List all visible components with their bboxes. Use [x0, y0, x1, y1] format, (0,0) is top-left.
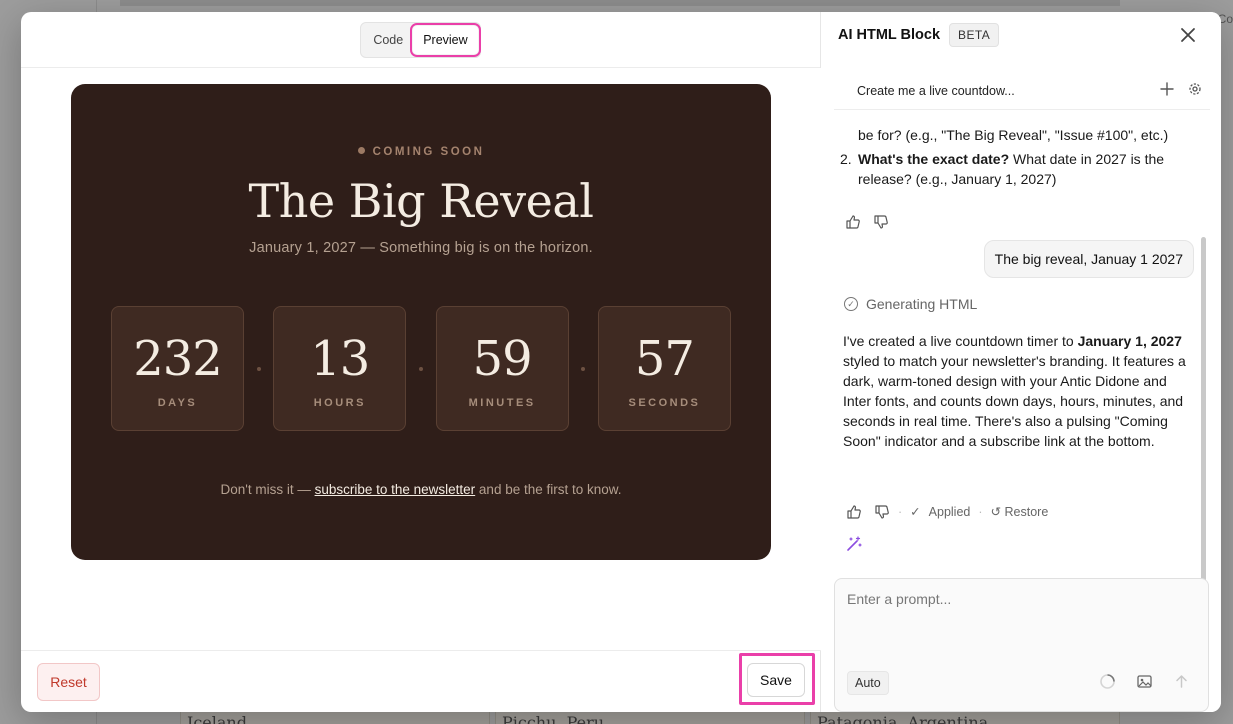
beta-badge: BETA [949, 23, 1000, 47]
loading-spinner-icon [1100, 674, 1115, 689]
modal-footer: Reset Save [21, 650, 821, 712]
view-toggle: Code Preview [360, 21, 481, 58]
assistant-text: be for? (e.g., "The Big Reveal", "Issue … [858, 127, 1169, 143]
close-icon[interactable] [1177, 22, 1199, 48]
countdown-subtitle: January 1, 2027 — Something big is on th… [249, 240, 593, 256]
view-toggle-bar: Code Preview [21, 12, 820, 68]
tab-preview[interactable]: Preview [410, 22, 481, 57]
assistant-bold: What's the exact date? [858, 151, 1010, 167]
separator: · [978, 505, 983, 519]
undo-icon: ↺ [990, 505, 1002, 519]
chat-thread: be for? (e.g., "The Big Reveal", "Issue … [834, 112, 1210, 574]
unit-value: 13 [310, 331, 370, 387]
generating-status: ✓ Generating HTML [844, 294, 977, 314]
image-icon[interactable] [1136, 673, 1153, 690]
ai-html-block-modal: Code Preview COMING SOON The Big Reveal … [21, 12, 1221, 712]
generating-label: Generating HTML [866, 296, 978, 312]
unit-seconds: 57 SECONDS [597, 306, 731, 431]
check-icon: ✓ [910, 505, 921, 519]
separator-dot [418, 366, 423, 371]
save-button[interactable]: Save [747, 663, 805, 697]
applied-label: Applied [928, 505, 971, 519]
unit-label: SECONDS [628, 397, 701, 409]
send-arrow-icon[interactable] [1173, 673, 1190, 690]
reset-button[interactable]: Reset [37, 663, 100, 701]
unit-days: 232 DAYS [111, 306, 244, 431]
conversation-actions [1160, 82, 1202, 96]
tab-code[interactable]: Code [363, 26, 413, 54]
prompt-box: Auto [834, 578, 1209, 712]
save-highlight: Save [739, 653, 815, 705]
ai-panel: AI HTML Block BETA Create me a live coun… [821, 12, 1221, 712]
reply-text: I've created a live countdown timer to [843, 333, 1078, 349]
reply-text: styled to match your newsletter's brandi… [843, 353, 1186, 449]
unit-label: MINUTES [468, 397, 536, 409]
unit-label: DAYS [157, 397, 198, 409]
unit-label: HOURS [313, 397, 366, 409]
restore-button[interactable]: ↺ Restore [991, 502, 1049, 522]
thumbs-down-icon[interactable] [874, 504, 890, 520]
assistant-reply: I've created a live countdown timer to J… [843, 331, 1195, 451]
thumbs-up-icon[interactable] [845, 214, 861, 230]
prompt-actions [1099, 673, 1190, 690]
magic-wand-icon[interactable] [845, 535, 863, 553]
countdown-footer: Don't miss it — subscribe to the newslet… [71, 482, 771, 497]
reply-bold: January 1, 2027 [1077, 333, 1182, 349]
separator: · [898, 505, 903, 519]
separator-dot [581, 366, 586, 371]
mode-select[interactable]: Auto [847, 671, 889, 695]
panel-title: AI HTML Block [838, 27, 941, 43]
thumbs-down-icon[interactable] [873, 214, 889, 230]
countdown-card: COMING SOON The Big Reveal January 1, 20… [71, 84, 771, 560]
user-message: The big reveal, Januay 1 2027 [983, 240, 1194, 278]
feedback-row [845, 214, 889, 230]
pulse-dot-icon [357, 147, 365, 154]
separator-dot [256, 366, 261, 371]
unit-minutes: 59 MINUTES [435, 306, 569, 431]
check-circle-icon: ✓ [844, 297, 858, 311]
panel-header: AI HTML Block BETA [838, 22, 1205, 48]
subscribe-link[interactable]: subscribe to the newsletter [315, 482, 476, 497]
assistant-text-rest: What date in 2027 is the [1009, 151, 1165, 167]
preview-area: COMING SOON The Big Reveal January 1, 20… [21, 68, 821, 650]
unit-value: 57 [634, 331, 695, 387]
list-number: 2. [840, 151, 852, 167]
assistant-text: What's the exact date? What date in 2027… [858, 149, 1198, 169]
gear-icon[interactable] [1188, 82, 1202, 96]
unit-hours: 13 HOURS [273, 306, 407, 431]
preview-pane: Code Preview COMING SOON The Big Reveal … [21, 12, 821, 712]
restore-label: Restore [1004, 505, 1049, 519]
prompt-input[interactable] [847, 591, 1197, 607]
conversation-bar: Create me a live countdow... [834, 72, 1210, 110]
conversation-title[interactable]: Create me a live countdow... [857, 84, 1015, 98]
assistant-text: release? (e.g., January 1, 2027) [858, 171, 1057, 187]
thumbs-up-icon[interactable] [846, 504, 862, 520]
chat-scrollbar[interactable] [1201, 237, 1206, 587]
plus-icon[interactable] [1160, 82, 1174, 96]
unit-value: 59 [472, 331, 533, 387]
countdown-units: 232 DAYS 13 HOURS 59 MINUTES 57 SECONDS [111, 306, 731, 431]
unit-value: 232 [133, 331, 223, 387]
eyebrow-text: COMING SOON [372, 146, 485, 158]
footer-text: and be the first to know. [475, 482, 622, 497]
footer-text: Don't miss it — [220, 482, 315, 497]
coming-soon-eyebrow: COMING SOON [71, 146, 771, 158]
reply-actions: · ✓ Applied · ↺ Restore [846, 502, 1048, 522]
countdown-title: The Big Reveal [248, 174, 594, 228]
